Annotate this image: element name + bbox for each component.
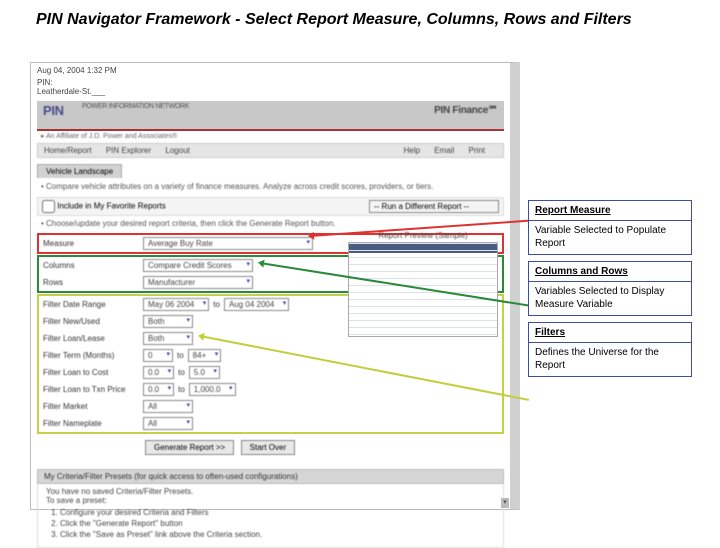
header-date: Aug 04, 2004 1:32 PM	[37, 66, 117, 75]
tab-description: • Compare vehicle attributes on a variet…	[31, 178, 510, 195]
preset-body: You have no saved Criteria/Filter Preset…	[37, 484, 504, 548]
callout-measure-body: Variable Selected to Populate Report	[529, 221, 691, 254]
app-name: PIN Finance℠	[434, 105, 498, 116]
rows-select[interactable]: Manufacturer	[143, 276, 253, 289]
filter-ltc-label: Filter Loan to Cost	[43, 368, 143, 377]
callout-measure: Report Measure Variable Selected to Popu…	[528, 200, 692, 255]
brand-banner: PIN POWER INFORMATION NETWORK PIN Financ…	[37, 101, 504, 129]
run-report-select[interactable]: -- Run a Different Report --	[369, 200, 499, 213]
filter-market-label: Filter Market	[43, 402, 143, 411]
pin-logo: PIN	[43, 103, 64, 118]
filter-nameplate-label: Filter Nameplate	[43, 419, 143, 428]
preset-step-1: Configure your desired Criteria and Filt…	[60, 508, 495, 517]
filter-date-label: Filter Date Range	[43, 300, 143, 309]
favorite-label: Include in My Favorite Reports	[57, 202, 166, 211]
measure-select[interactable]: Average Buy Rate	[143, 237, 313, 250]
nav-print[interactable]: Print	[469, 146, 485, 155]
callout-filters-title: Filters	[529, 323, 691, 343]
preset-step-3: Click the "Save as Preset" link above th…	[60, 530, 495, 539]
newused-select[interactable]: Both	[143, 315, 193, 328]
columns-select[interactable]: Compare Credit Scores	[143, 259, 253, 272]
nav-help[interactable]: Help	[404, 146, 420, 155]
filter-ltp-label: Filter Loan to Txn Price	[43, 385, 143, 394]
callout-filters-body: Defines the Universe for the Report	[529, 343, 691, 376]
instruction-note: • Choose/update your desired report crit…	[31, 216, 510, 231]
nav-email[interactable]: Email	[434, 146, 454, 155]
ltp-to-select[interactable]: 1,000.0	[189, 383, 236, 396]
callout-filters: Filters Defines the Universe for the Rep…	[528, 322, 692, 377]
market-select[interactable]: All	[143, 400, 193, 413]
nav-home[interactable]: Home/Report	[44, 146, 92, 155]
filter-newused-label: Filter New/Used	[43, 317, 143, 326]
top-nav: Home/Report PIN Explorer Logout Help Ema…	[37, 143, 504, 158]
callout-colrows-title: Columns and Rows	[529, 262, 691, 282]
ltp-from-select[interactable]: 0.0	[143, 383, 174, 396]
ltc-from-select[interactable]: 0.0	[143, 366, 174, 379]
callout-columns-rows: Columns and Rows Variables Selected to D…	[528, 261, 692, 316]
loanlease-select[interactable]: Both	[143, 332, 193, 345]
filter-loanlease-label: Filter Loan/Lease	[43, 334, 143, 343]
app-screenshot: Aug 04, 2004 1:32 PM PIN: Leatherdale-St…	[30, 62, 520, 510]
rows-label: Rows	[43, 278, 143, 287]
slide-title: PIN Navigator Framework - Select Report …	[0, 0, 720, 35]
dealer-name: Leatherdale-St.___	[37, 87, 105, 96]
preset-note: You have no saved Criteria/Filter Preset…	[46, 487, 495, 505]
scrollbar-down-icon[interactable]: ▾	[501, 498, 509, 508]
filter-term-label: Filter Term (Months)	[43, 351, 143, 360]
callout-colrows-body: Variables Selected to Display Measure Va…	[529, 282, 691, 315]
filters-box: Filter Date Range May 06 2004 to Aug 04 …	[37, 294, 504, 434]
logo-tagline: POWER INFORMATION NETWORK	[82, 103, 189, 110]
to-label: to	[213, 300, 220, 309]
callout-measure-title: Report Measure	[529, 201, 691, 221]
generate-report-button[interactable]: Generate Report >>	[145, 440, 234, 455]
columns-rows-box: Columns Compare Credit Scores Rows Manuf…	[37, 255, 504, 293]
measure-box: Measure Average Buy Rate	[37, 233, 504, 254]
date-to-select[interactable]: Aug 04 2004	[224, 298, 289, 311]
date-from-select[interactable]: May 06 2004	[143, 298, 209, 311]
columns-label: Columns	[43, 261, 143, 270]
favorite-checkbox[interactable]	[42, 200, 55, 213]
callouts: Report Measure Variable Selected to Popu…	[528, 200, 692, 383]
preset-step-2: Click the "Generate Report" button	[60, 519, 495, 528]
measure-label: Measure	[43, 239, 143, 248]
affiliate-text: ▸ An Affiliate of J.D. Power and Associa…	[31, 131, 510, 143]
term-to-select[interactable]: 84+	[188, 349, 222, 362]
term-from-select[interactable]: 0	[143, 349, 173, 362]
start-over-button[interactable]: Start Over	[241, 440, 295, 455]
nav-logout[interactable]: Logout	[165, 146, 189, 155]
tab-vehicle-landscape[interactable]: Vehicle Landscape	[37, 164, 122, 178]
pin-label: PIN:	[37, 78, 53, 87]
ltc-to-select[interactable]: 5.0	[189, 366, 220, 379]
nameplate-select[interactable]: All	[143, 417, 193, 430]
preset-header: My Criteria/Filter Presets (for quick ac…	[37, 469, 504, 484]
nav-explorer[interactable]: PIN Explorer	[106, 146, 151, 155]
